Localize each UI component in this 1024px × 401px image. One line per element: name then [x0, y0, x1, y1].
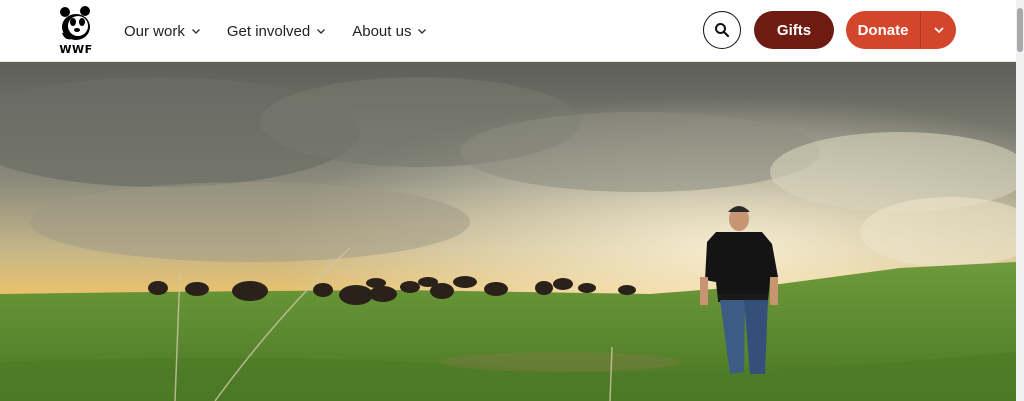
search-icon — [715, 23, 730, 38]
chevron-down-icon — [933, 27, 944, 34]
donate-dropdown-button[interactable] — [921, 11, 956, 49]
nav-item-label: Get involved — [226, 22, 311, 40]
donate-button-group: Donate — [846, 11, 956, 49]
donate-button[interactable]: Donate — [846, 11, 920, 49]
scrollbar-track[interactable] — [1016, 0, 1024, 401]
chevron-down-icon — [317, 29, 326, 34]
panda-icon — [60, 6, 90, 40]
site-header: WWF Our work Get involved About us Gifts… — [0, 0, 1016, 62]
search-button[interactable] — [703, 11, 741, 49]
chevron-down-icon — [191, 29, 200, 34]
hero-image — [0, 62, 1016, 401]
nav-item-label: About us — [352, 22, 412, 40]
nav-item-our-work[interactable]: Our work — [124, 23, 201, 40]
hero-illustration — [0, 62, 1016, 401]
logo-wordmark: WWF — [59, 43, 93, 56]
scrollbar-thumb[interactable] — [1017, 8, 1023, 52]
nav-item-about-us[interactable]: About us — [352, 23, 427, 40]
nav-item-get-involved[interactable]: Get involved — [227, 23, 326, 40]
main-nav: Our work Get involved About us — [124, 0, 453, 62]
chevron-down-icon — [418, 29, 427, 34]
gifts-button[interactable]: Gifts — [754, 11, 834, 49]
wwf-logo[interactable]: WWF — [57, 5, 95, 56]
nav-item-label: Our work — [124, 22, 185, 40]
